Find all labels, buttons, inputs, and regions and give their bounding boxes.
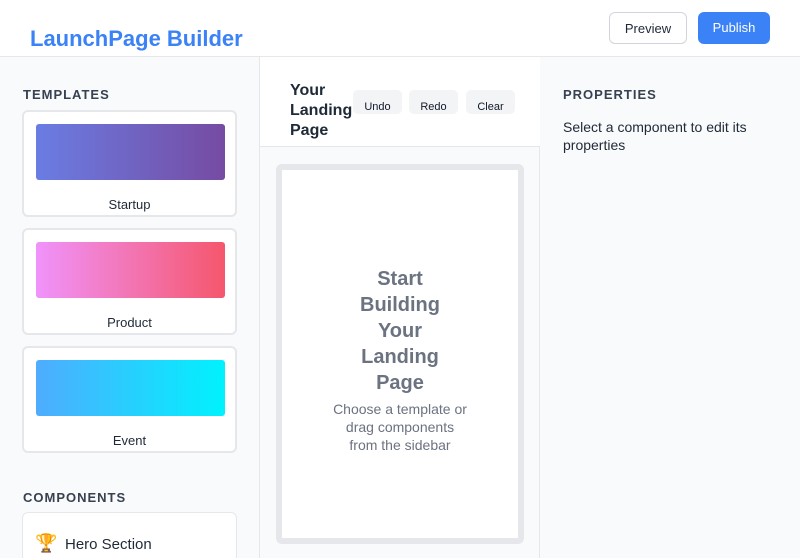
template-card-event[interactable]: Event [22,346,237,453]
app-title: LaunchPage Builder [30,26,243,51]
template-name: Product [107,315,152,330]
component-label: Hero Section [65,536,152,553]
template-name: Event [112,433,147,448]
canvas-title: Your Landing Page [290,82,353,139]
empty-state-title: Start Building Your Landing Page [360,268,440,394]
publish-button[interactable]: Publish [698,12,770,44]
properties-hint: Select a component to edit its propertie… [563,119,747,153]
trophy-icon: 🏆 [35,533,58,553]
preview-button[interactable]: Preview [609,12,687,44]
template-preview [36,360,225,416]
properties-panel: PROPERTIES Select a component to edit it… [540,57,800,558]
empty-state-subtitle: Choose a template or drag components fro… [333,401,467,453]
top-bar: LaunchPage Builder Preview Publish [0,0,800,57]
component-item-hero-section[interactable]: 🏆 Hero Section [22,512,237,558]
template-preview [36,124,225,180]
template-card-product[interactable]: Product [22,228,237,335]
canvas-toolbar: Your Landing Page Undo Redo Clear [260,57,540,147]
redo-button[interactable]: Redo [409,90,458,114]
properties-heading: PROPERTIES [563,87,657,102]
page-canvas[interactable]: Start Building Your Landing Page Choose … [276,164,524,544]
undo-button[interactable]: Undo [353,90,402,114]
template-name: Startup [108,197,151,212]
template-card-startup[interactable]: Startup [22,110,237,217]
components-heading: COMPONENTS [23,490,127,505]
clear-button[interactable]: Clear [466,90,515,114]
canvas-panel: Your Landing Page Undo Redo Clear Start … [260,57,540,558]
template-preview [36,242,225,298]
sidebar: TEMPLATES Startup Product Event COMPONEN… [0,57,260,558]
templates-heading: TEMPLATES [23,87,110,102]
